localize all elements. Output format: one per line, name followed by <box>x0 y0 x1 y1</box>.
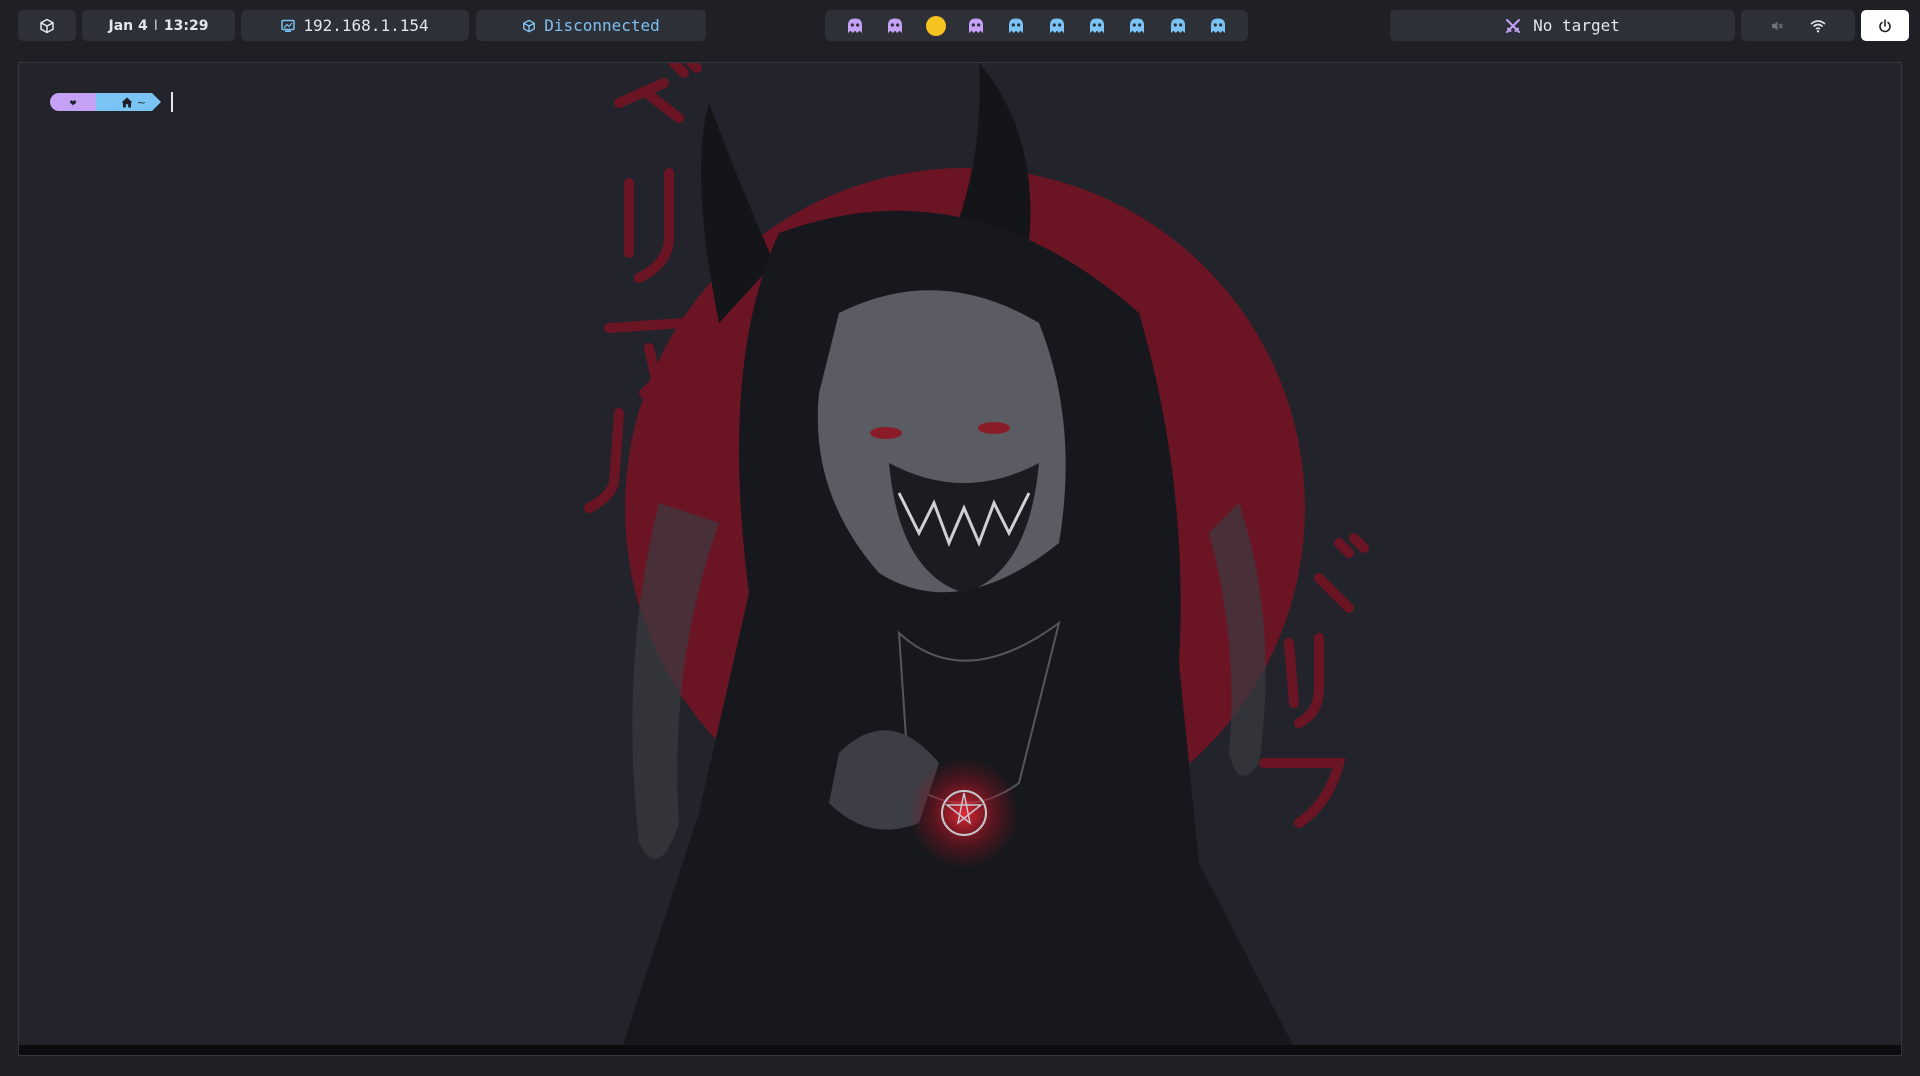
workspace-9[interactable] <box>1167 15 1189 37</box>
ghost-icon <box>1009 18 1024 33</box>
cube-icon <box>523 19 536 32</box>
top-bar: Jan 4 I 13:29 192.168.1.154 Disconnected… <box>0 0 1920 52</box>
active-workspace-dot-icon <box>925 15 946 36</box>
terminal-window[interactable]: ❤ ~ <box>18 62 1902 1056</box>
workspace-1[interactable] <box>844 15 866 37</box>
time-label: 13:29 <box>163 17 209 34</box>
prompt-dir: ~ <box>136 95 146 109</box>
prompt-user-segment: ❤ <box>50 93 96 111</box>
volume-button[interactable] <box>1770 19 1784 33</box>
wifi-button[interactable] <box>1810 19 1826 33</box>
heart-icon: ❤ <box>69 95 77 109</box>
ghost-icon <box>888 18 903 33</box>
wallpaper-image <box>19 63 1901 1055</box>
monitor-icon <box>281 19 296 32</box>
shell-prompt: ❤ ~ <box>50 92 173 112</box>
workspace-2[interactable] <box>884 15 906 37</box>
ghost-icon <box>1170 18 1185 33</box>
cube-icon <box>40 18 54 33</box>
workspace-8[interactable] <box>1126 15 1148 37</box>
text-cursor <box>171 92 173 112</box>
workspace-5[interactable] <box>1005 15 1027 37</box>
home-icon <box>121 97 133 107</box>
ip-widget[interactable]: 192.168.1.154 <box>241 10 469 41</box>
system-tray <box>1741 10 1855 41</box>
muted-speaker-icon <box>1772 21 1783 30</box>
crossed-swords-icon <box>1506 18 1521 33</box>
datetime-widget[interactable]: Jan 4 I 13:29 <box>82 10 235 41</box>
ghost-icon <box>848 18 863 33</box>
workspace-4[interactable] <box>965 15 987 37</box>
wifi-icon <box>1810 19 1826 32</box>
prompt-arrow <box>152 93 161 111</box>
target-widget[interactable]: No target <box>1390 10 1735 41</box>
power-icon <box>1879 18 1891 32</box>
vpn-status: Disconnected <box>544 16 660 35</box>
menu-button[interactable] <box>18 10 76 41</box>
date-label: Jan 4 <box>108 17 148 34</box>
workspace-7[interactable] <box>1086 15 1108 37</box>
target-label: No target <box>1533 16 1620 35</box>
workspace-3[interactable] <box>925 15 947 37</box>
ghost-icon <box>1210 18 1225 33</box>
workspace-switcher <box>825 10 1248 41</box>
ghost-icon <box>969 18 984 33</box>
ip-address: 192.168.1.154 <box>303 16 429 35</box>
ghost-icon <box>1089 18 1104 33</box>
time-separator: I <box>153 17 158 34</box>
workspace-6[interactable] <box>1046 15 1068 37</box>
vpn-widget[interactable]: Disconnected <box>476 10 706 41</box>
ghost-icon <box>1049 18 1064 33</box>
workspace-10[interactable] <box>1207 15 1229 37</box>
power-button[interactable] <box>1861 10 1909 41</box>
prompt-dir-segment: ~ <box>96 93 152 111</box>
ghost-icon <box>1130 18 1145 33</box>
